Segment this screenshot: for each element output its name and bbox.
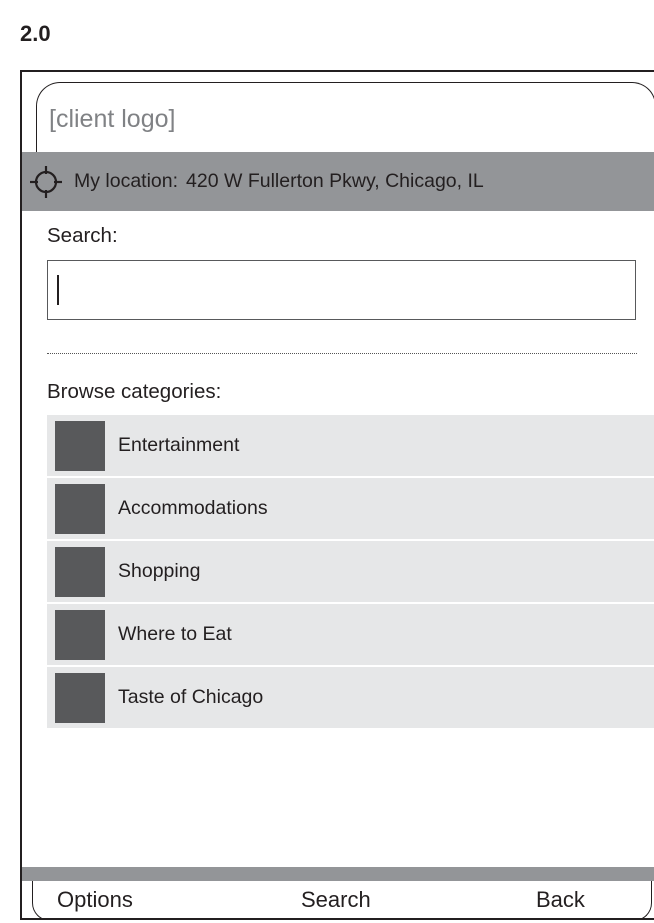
category-thumbnail bbox=[55, 420, 105, 471]
softkey-bar-divider bbox=[22, 867, 654, 881]
client-logo-placeholder: [client logo] bbox=[49, 105, 176, 133]
search-softkey[interactable]: Search bbox=[301, 887, 371, 913]
softkey-bar: Options Search Back bbox=[32, 881, 652, 918]
category-item-entertainment[interactable]: Entertainment bbox=[47, 415, 654, 478]
category-thumbnail bbox=[55, 546, 105, 597]
category-item-accommodations[interactable]: Accommodations bbox=[47, 478, 654, 541]
category-item-taste-of-chicago[interactable]: Taste of Chicago bbox=[47, 667, 654, 730]
phone-screen: [client logo] My location: 420 W Fullert… bbox=[20, 70, 654, 920]
version-label: 2.0 bbox=[20, 21, 51, 46]
logo-header: [client logo] bbox=[36, 82, 654, 162]
category-label: Accommodations bbox=[118, 497, 268, 519]
category-thumbnail bbox=[55, 672, 105, 723]
category-label: Entertainment bbox=[118, 434, 240, 456]
crosshair-icon bbox=[30, 165, 62, 198]
category-thumbnail bbox=[55, 609, 105, 660]
location-label: My location: bbox=[74, 170, 179, 192]
category-list: Entertainment Accommodations Shopping Wh… bbox=[47, 415, 654, 730]
category-thumbnail bbox=[55, 483, 105, 534]
text-caret bbox=[57, 275, 59, 305]
search-input[interactable] bbox=[47, 260, 636, 320]
location-address: 420 W Fullerton Pkwy, Chicago, IL bbox=[186, 170, 484, 192]
options-softkey[interactable]: Options bbox=[57, 887, 133, 913]
location-bar[interactable]: My location: 420 W Fullerton Pkwy, Chica… bbox=[22, 152, 654, 211]
category-label: Shopping bbox=[118, 560, 201, 582]
category-label: Where to Eat bbox=[118, 623, 232, 645]
category-label: Taste of Chicago bbox=[118, 686, 264, 708]
category-item-where-to-eat[interactable]: Where to Eat bbox=[47, 604, 654, 667]
search-label: Search: bbox=[47, 224, 118, 247]
category-item-shopping[interactable]: Shopping bbox=[47, 541, 654, 604]
browse-categories-label: Browse categories: bbox=[47, 380, 222, 403]
back-softkey[interactable]: Back bbox=[536, 887, 585, 913]
divider bbox=[47, 353, 637, 354]
